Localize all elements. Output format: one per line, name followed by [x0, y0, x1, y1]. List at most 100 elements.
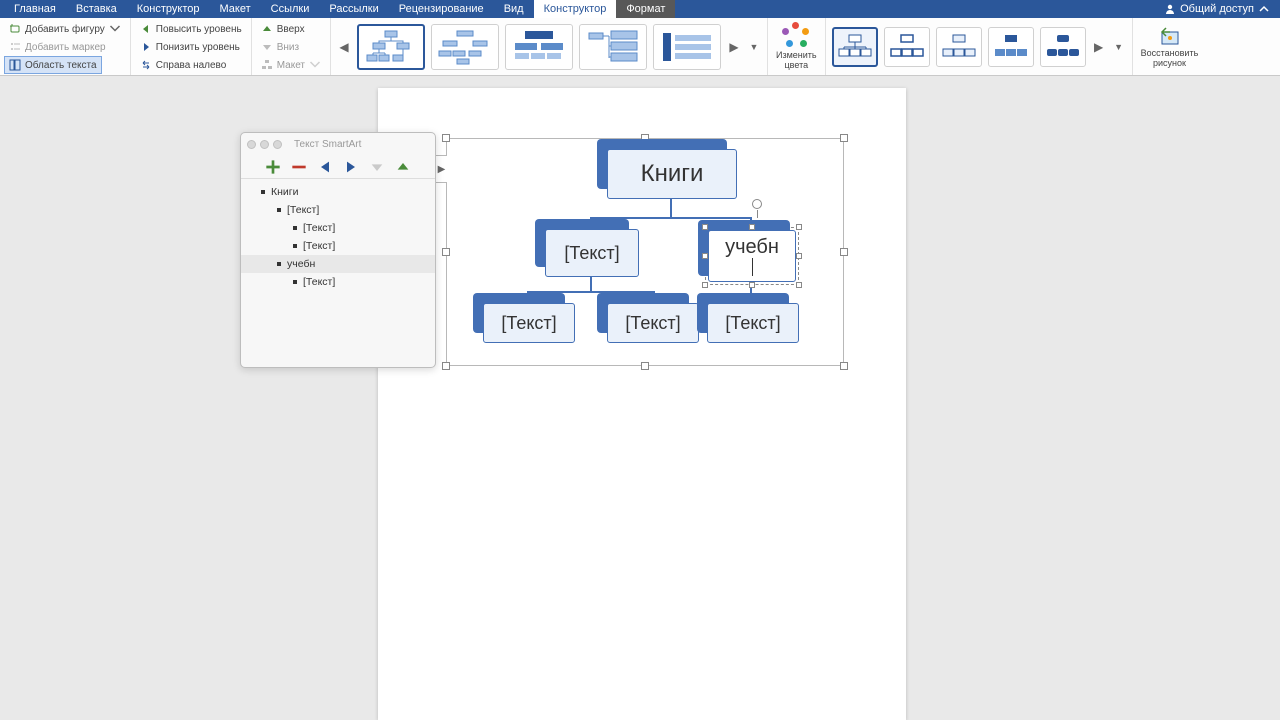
tab-конструктор[interactable]: Конструктор [534, 0, 617, 18]
reset-icon [1156, 22, 1182, 48]
tab-вставка[interactable]: Вставка [66, 0, 127, 18]
demote-button[interactable]: Понизить уровень [135, 38, 245, 56]
text-pane-toggle[interactable]: ▶ [435, 155, 447, 183]
layout-thumb-5[interactable] [653, 24, 721, 70]
workspace: ▶ Книги [Текст] учебн [0, 76, 1280, 720]
arrow-up-icon [261, 23, 273, 35]
layout-next-button[interactable]: ▶ [727, 24, 741, 70]
add-bullet-button[interactable]: Добавить маркер [4, 38, 111, 56]
indent-button[interactable] [343, 159, 359, 175]
style-thumb-5[interactable] [1040, 27, 1086, 67]
resize-handle[interactable] [749, 224, 755, 230]
add-shape-icon [9, 23, 21, 35]
layout-icon [261, 59, 273, 71]
smartart-node[interactable]: [Текст] [607, 303, 699, 343]
add-item-button[interactable] [265, 159, 281, 175]
minimize-icon[interactable] [260, 140, 269, 149]
tab-главная[interactable]: Главная [4, 0, 66, 18]
tab-рецензирование[interactable]: Рецензирование [389, 0, 494, 18]
layout-dropdown[interactable]: Макет [256, 56, 326, 74]
panel-title: Текст SmartArt [294, 139, 361, 150]
layout-more-button[interactable]: ▼ [747, 24, 761, 70]
close-icon[interactable] [247, 140, 256, 149]
resize-handle[interactable] [702, 224, 708, 230]
move-down-button[interactable]: Вниз [256, 38, 304, 56]
outdent-button[interactable] [317, 159, 333, 175]
rtl-icon [140, 59, 152, 71]
layout-thumb-3[interactable] [505, 24, 573, 70]
chevron-up-icon [1258, 3, 1270, 15]
tab-макет[interactable]: Макет [209, 0, 260, 18]
style-more-button[interactable]: ▼ [1112, 24, 1126, 70]
dropdown-icon [109, 23, 121, 35]
resize-handle[interactable] [442, 362, 450, 370]
layout-prev-button[interactable]: ◀ [337, 24, 351, 70]
color-palette-icon [782, 22, 810, 50]
resize-handle[interactable] [749, 282, 755, 288]
smartart-frame[interactable]: ▶ Книги [Текст] учебн [446, 138, 844, 366]
person-icon [1164, 3, 1176, 15]
resize-handle[interactable] [702, 282, 708, 288]
resize-handle[interactable] [641, 362, 649, 370]
layout-thumb-2[interactable] [431, 24, 499, 70]
panel-toolbar [241, 155, 435, 179]
resize-handle[interactable] [840, 362, 848, 370]
style-thumb-2[interactable] [884, 27, 930, 67]
smartart-node-editing[interactable]: учебн [705, 227, 799, 285]
tab-bar: ГлавнаяВставкаКонструкторМакетСсылкиРасс… [0, 0, 1280, 18]
reset-graphic-button[interactable]: Восстановить рисунок [1133, 18, 1207, 75]
connector [670, 199, 672, 219]
smartart-node[interactable]: [Текст] [545, 229, 639, 277]
text-pane-button[interactable]: Область текста [4, 56, 102, 74]
smartart-node[interactable]: [Текст] [707, 303, 799, 343]
list-item[interactable]: [Текст] [241, 237, 435, 255]
style-gallery: ▶ ▼ [826, 18, 1133, 75]
layout-thumb-4[interactable] [579, 24, 647, 70]
move-down-button[interactable] [369, 159, 385, 175]
move-up-button[interactable] [395, 159, 411, 175]
smartart-node-root[interactable]: Книги [607, 149, 737, 199]
resize-handle[interactable] [796, 224, 802, 230]
tab-вид[interactable]: Вид [494, 0, 534, 18]
text-pane-icon [9, 59, 21, 71]
arrow-right-icon [140, 41, 152, 53]
resize-handle[interactable] [796, 282, 802, 288]
tab-конструктор[interactable]: Конструктор [127, 0, 210, 18]
smartart-node[interactable]: [Текст] [483, 303, 575, 343]
list-item[interactable]: [Текст] [241, 273, 435, 291]
panel-list: Книги[Текст][Текст][Текст]учебн[Текст] [241, 179, 435, 295]
resize-handle[interactable] [442, 134, 450, 142]
remove-item-button[interactable] [291, 159, 307, 175]
zoom-icon[interactable] [273, 140, 282, 149]
ribbon-group-hierarchy: Повысить уровень Понизить уровень Справа… [131, 18, 252, 75]
panel-titlebar[interactable]: Текст SmartArt [241, 133, 435, 155]
resize-handle[interactable] [840, 248, 848, 256]
ribbon: Добавить фигуру Добавить маркер Область … [0, 18, 1280, 76]
list-item[interactable]: [Текст] [241, 201, 435, 219]
rotate-handle[interactable] [752, 199, 762, 209]
share-button[interactable]: Общий доступ [1158, 3, 1276, 15]
tab-рассылки[interactable]: Рассылки [319, 0, 388, 18]
ribbon-group-shapes: Добавить фигуру Добавить маркер Область … [0, 18, 131, 75]
resize-handle[interactable] [702, 253, 708, 259]
list-item[interactable]: Книги [241, 183, 435, 201]
resize-handle[interactable] [796, 253, 802, 259]
smartart-text-panel[interactable]: Текст SmartArt Книги[Текст][Текст][Текст… [240, 132, 436, 368]
list-item[interactable]: [Текст] [241, 219, 435, 237]
layout-thumb-1[interactable] [357, 24, 425, 70]
promote-button[interactable]: Повысить уровень [135, 20, 247, 38]
dropdown-icon [309, 59, 321, 71]
add-shape-button[interactable]: Добавить фигуру [4, 20, 126, 38]
tab-формат[interactable]: Формат [616, 0, 675, 18]
move-up-button[interactable]: Вверх [256, 20, 310, 38]
style-thumb-4[interactable] [988, 27, 1034, 67]
change-colors-button[interactable]: Изменить цвета [768, 18, 826, 75]
resize-handle[interactable] [840, 134, 848, 142]
style-thumb-1[interactable] [832, 27, 878, 67]
tab-ссылки[interactable]: Ссылки [261, 0, 320, 18]
list-item[interactable]: учебн [241, 255, 435, 273]
rtl-button[interactable]: Справа налево [135, 56, 232, 74]
resize-handle[interactable] [442, 248, 450, 256]
style-next-button[interactable]: ▶ [1092, 24, 1106, 70]
style-thumb-3[interactable] [936, 27, 982, 67]
